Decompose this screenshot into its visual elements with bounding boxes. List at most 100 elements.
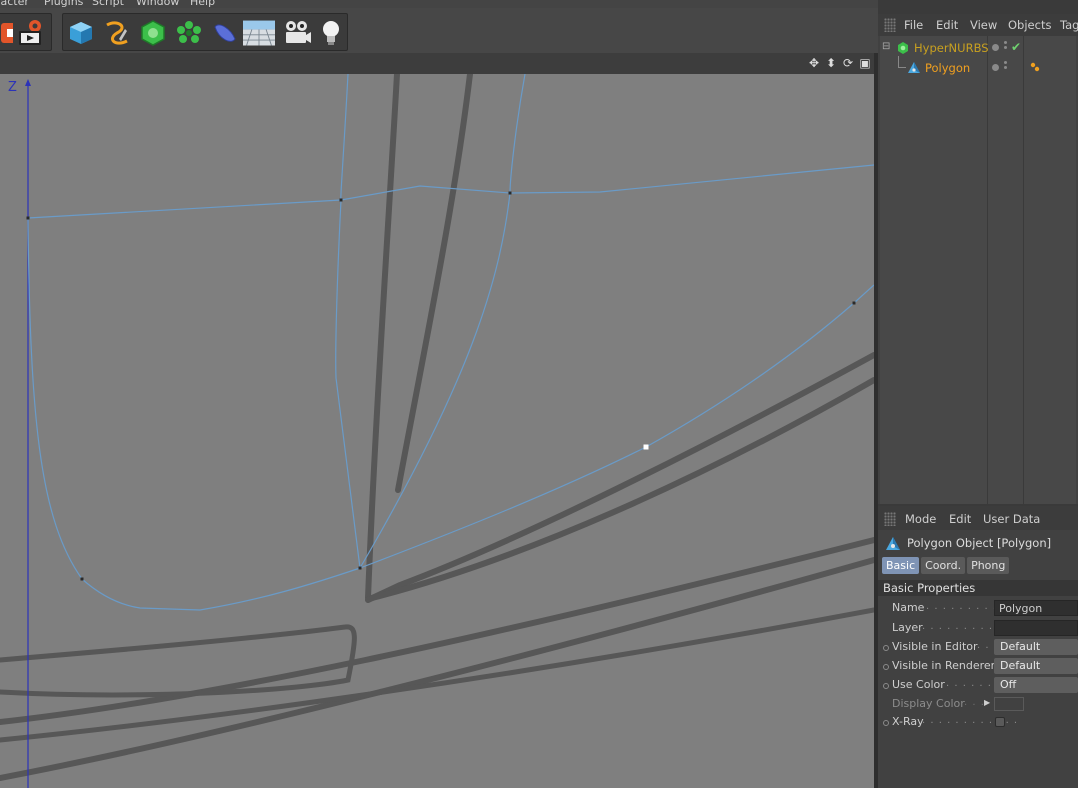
menu-window[interactable]: Window bbox=[136, 0, 179, 8]
tab-basic[interactable]: Basic bbox=[882, 557, 920, 574]
attribute-tabs: Basic Coord. Phong bbox=[882, 557, 1010, 574]
main-menubar: racter Plugins Script Window Help bbox=[0, 0, 878, 8]
display-color-swatch[interactable] bbox=[994, 697, 1024, 711]
camera-icon[interactable] bbox=[281, 17, 313, 49]
visibility-toggle[interactable] bbox=[1004, 61, 1008, 75]
property-xray-label: X-Ray bbox=[892, 715, 924, 728]
tree-connector bbox=[898, 56, 906, 68]
toolbar-group-objects bbox=[62, 13, 348, 51]
toggle-view-icon[interactable]: ▣ bbox=[858, 56, 872, 70]
spline-pen-icon[interactable] bbox=[101, 17, 133, 49]
object-manager: File Edit View Objects Tag ⊟ HyperNURBS … bbox=[878, 14, 1078, 504]
object-row-polygon[interactable]: Polygon bbox=[880, 56, 1076, 78]
om-menu-objects[interactable]: Objects bbox=[1008, 18, 1051, 32]
property-visible-editor: Visible in Editor . . Default bbox=[878, 638, 1078, 657]
rotate-view-icon[interactable]: ⟳ bbox=[841, 56, 855, 70]
property-name-label: Name bbox=[892, 601, 925, 614]
visible-in-editor-select[interactable]: Default bbox=[994, 639, 1078, 655]
render-icon[interactable] bbox=[0, 17, 13, 49]
zoom-view-icon[interactable]: ⬍ bbox=[824, 56, 838, 70]
column-divider bbox=[1023, 36, 1024, 504]
panel-grip-icon[interactable] bbox=[884, 512, 896, 526]
property-xray: X-Ray . . . . . . . . . . . . bbox=[878, 713, 1078, 732]
floor-environment-icon[interactable] bbox=[243, 17, 279, 49]
menu-character[interactable]: racter bbox=[0, 0, 29, 8]
viewport-navigation: ✥ ⬍ ⟳ ▣ bbox=[807, 56, 872, 70]
sketch-line-right-pillar bbox=[365, 352, 874, 603]
use-color-select[interactable]: Off bbox=[994, 677, 1078, 693]
object-manager-menubar: File Edit View Objects Tag bbox=[878, 14, 1078, 36]
section-header-basic-properties: Basic Properties bbox=[878, 580, 1078, 596]
name-field[interactable]: Polygon bbox=[994, 600, 1078, 616]
render-settings-icon[interactable] bbox=[15, 17, 47, 49]
property-visible-editor-label: Visible in Editor bbox=[892, 640, 978, 653]
collapse-toggle-icon[interactable]: ⊟ bbox=[882, 41, 890, 52]
xray-checkbox[interactable] bbox=[995, 717, 1005, 727]
cube-primitive-icon[interactable] bbox=[65, 17, 97, 49]
leader-dots: . . . . . . . bbox=[946, 678, 1001, 689]
enabled-check-icon[interactable]: ✔ bbox=[1011, 40, 1021, 54]
section-title: Basic Properties bbox=[883, 581, 976, 595]
sketch-line-left-pillar bbox=[365, 74, 400, 601]
am-menu-user-data[interactable]: User Data bbox=[983, 512, 1040, 526]
array-icon[interactable] bbox=[173, 17, 205, 49]
z-axis-arrow bbox=[25, 79, 31, 86]
om-menu-file[interactable]: File bbox=[904, 18, 923, 32]
sketch-line-hood-2 bbox=[0, 557, 874, 781]
polygon-object-icon bbox=[884, 535, 902, 556]
polygon-object-icon bbox=[907, 61, 921, 75]
animation-dot[interactable] bbox=[883, 645, 889, 651]
menu-help[interactable]: Help bbox=[190, 0, 215, 8]
property-display-color: Display Color . . . ▶ bbox=[878, 695, 1078, 714]
expand-arrow-icon[interactable]: ▶ bbox=[984, 698, 990, 707]
attribute-title: Polygon Object [Polygon] bbox=[882, 535, 1078, 553]
property-display-color-label: Display Color bbox=[892, 697, 965, 710]
sketch-line-headlight bbox=[0, 624, 357, 698]
menu-script[interactable]: Script bbox=[92, 0, 124, 8]
selected-spline-point bbox=[643, 444, 649, 450]
animation-dot[interactable] bbox=[883, 683, 889, 689]
attribute-object-title: Polygon Object [Polygon] bbox=[907, 536, 1052, 550]
move-view-icon[interactable]: ✥ bbox=[807, 56, 821, 70]
am-menu-edit[interactable]: Edit bbox=[949, 512, 971, 526]
object-row-hypernurbs[interactable]: ⊟ HyperNURBS ✔ bbox=[880, 38, 1076, 58]
attribute-manager: Mode Edit User Data Polygon Object [Poly… bbox=[878, 506, 1078, 788]
panel-grip-icon[interactable] bbox=[884, 18, 896, 32]
toolbar-group-render bbox=[0, 13, 52, 51]
property-use-color: Use Color . . . . . . . Off bbox=[878, 676, 1078, 695]
column-divider bbox=[987, 36, 988, 504]
visible-in-renderer-select[interactable]: Default bbox=[994, 658, 1078, 674]
layer-field[interactable] bbox=[994, 620, 1078, 636]
viewport-canvas[interactable] bbox=[0, 74, 874, 788]
visibility-dot[interactable] bbox=[992, 64, 999, 71]
om-menu-tags[interactable]: Tag bbox=[1060, 18, 1078, 32]
viewport-header: ✥ ⬍ ⟳ ▣ bbox=[0, 53, 876, 74]
property-layer: Layer . . . . . . . . . . . bbox=[878, 619, 1078, 638]
property-name: Name . . . . . . . . . . Polygon bbox=[878, 599, 1078, 618]
tab-phong[interactable]: Phong bbox=[967, 557, 1010, 574]
am-menu-mode[interactable]: Mode bbox=[905, 512, 936, 526]
3d-viewport[interactable]: Z bbox=[0, 74, 874, 788]
om-menu-view[interactable]: View bbox=[970, 18, 997, 32]
phong-tag-icon[interactable] bbox=[1029, 61, 1041, 76]
deformer-icon[interactable] bbox=[209, 17, 241, 49]
property-use-color-label: Use Color bbox=[892, 678, 945, 691]
property-visible-renderer-label: Visible in Renderer bbox=[892, 659, 996, 672]
om-menu-edit[interactable]: Edit bbox=[936, 18, 958, 32]
animation-dot[interactable] bbox=[883, 720, 889, 726]
leader-dots: . . . bbox=[964, 697, 985, 708]
tab-coord[interactable]: Coord. bbox=[921, 557, 966, 574]
object-name-hypernurbs[interactable]: HyperNURBS bbox=[914, 41, 989, 55]
visibility-toggle[interactable] bbox=[1004, 41, 1008, 55]
object-list: ⊟ HyperNURBS ✔ Polygon bbox=[880, 36, 1076, 504]
hypernurbs-icon bbox=[896, 41, 910, 55]
property-visible-renderer: Visible in Renderer Default bbox=[878, 657, 1078, 676]
object-name-polygon[interactable]: Polygon bbox=[925, 61, 970, 75]
visibility-dot[interactable] bbox=[992, 44, 999, 51]
animation-dot[interactable] bbox=[883, 664, 889, 670]
light-icon[interactable] bbox=[315, 17, 347, 49]
menu-plugins[interactable]: Plugins bbox=[44, 0, 83, 8]
hypernurbs-icon[interactable] bbox=[137, 17, 169, 49]
main-toolbar bbox=[0, 8, 878, 53]
spline-cage bbox=[27, 74, 874, 611]
